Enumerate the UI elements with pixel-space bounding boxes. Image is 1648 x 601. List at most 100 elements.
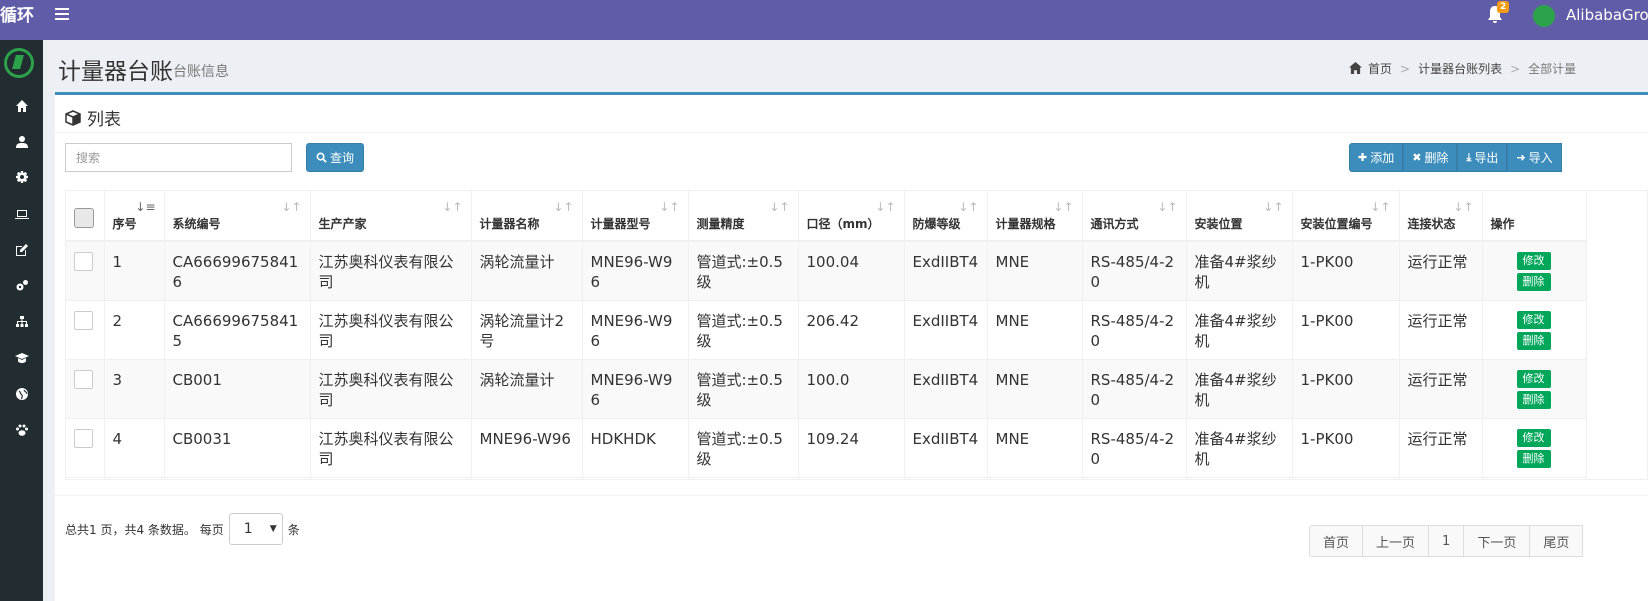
sort-icon[interactable]: ↓↑ [659,199,679,215]
table-cell: 206.42 [798,300,905,360]
table-row: 4 CB0031 江苏奥科仪表有限公司 MNE96-W96 HDKHDK 管道式… [66,418,1587,478]
table-header-row: 序号 ↓≡ 系统编号 ↓↑ 生产产家 ↓↑ 计量器名称 ↓↑ 计量器型号 ↓↑ 测量精度 ↓… [66,191,1587,242]
column-header[interactable]: 测量精度 ↓↑ [688,191,799,242]
sort-icon[interactable]: ↓↑ [553,199,573,215]
row-checkbox[interactable] [74,310,93,330]
user-avatar[interactable] [1533,5,1555,27]
operation-cell: 修改 删除 [1482,241,1587,301]
column-header[interactable]: 计量器型号 ↓↑ [582,191,689,242]
page-number-button[interactable]: 1 [1428,525,1465,557]
table-cell: 管道式:±0.5级 [688,300,799,360]
export-button-label: 导出 [1474,151,1499,165]
column-label: 操作 [1490,217,1515,231]
next-page-button[interactable]: 下一页 [1463,525,1531,557]
sidebar-item-settings[interactable] [0,160,43,196]
table-cell: MNE [987,300,1083,360]
column-header[interactable]: 口径（mm） ↓↑ [798,191,905,242]
column-header[interactable]: 连接状态 ↓↑ [1399,191,1483,242]
row-delete-button[interactable]: 删除 [1516,331,1551,350]
column-label: 计量器型号 [590,217,651,231]
table-cell: 管道式:±0.5级 [688,241,799,301]
sidebar-item-devices[interactable] [0,196,43,232]
brand-logo-text[interactable]: 循环 [0,0,40,40]
row-edit-button[interactable]: 修改 [1516,310,1551,329]
sort-icon[interactable]: ↓↑ [769,199,789,215]
query-button[interactable]: 查询 [306,143,364,172]
search-input[interactable] [65,143,292,172]
sort-icon[interactable]: ↓↑ [875,199,895,215]
row-delete-button[interactable]: 删除 [1516,273,1551,291]
laptop-icon [14,210,29,219]
column-header[interactable]: 安装位置编号 ↓↑ [1292,191,1400,242]
sidebar-item-org[interactable] [0,304,43,340]
sidebar-item-training[interactable] [0,340,43,376]
sort-icon[interactable]: ↓↑ [1263,199,1283,215]
sidebar-item-global[interactable] [0,376,43,412]
sort-icon[interactable]: ↓↑ [281,199,301,215]
table-cell: 准备4#浆纱机 [1186,359,1293,419]
operation-cell: 修改 删除 [1482,300,1587,360]
sort-icon[interactable]: ↓↑ [1053,199,1073,215]
main-content: 计量器台账 台账信息 首页 > 计量器台账列表 > 全部计量 列表 查询 ✚添加… [43,40,1648,601]
column-header[interactable]: 安装位置 ↓↑ [1186,191,1293,242]
sidebar-item-home[interactable] [0,88,43,124]
notification-count-badge: 2 [1497,1,1510,13]
export-button[interactable]: ⤓ 导出 [1457,143,1508,172]
breadcrumb-list[interactable]: 计量器台账列表 [1418,60,1502,77]
app-logo-icon[interactable] [4,48,34,78]
row-checkbox[interactable] [74,369,93,389]
table-row: 3 CB001 江苏奥科仪表有限公司 涡轮流量计 MNE96-W96 管道式:±… [66,359,1587,419]
column-label: 通讯方式 [1090,217,1139,231]
breadcrumb-separator: > [1510,61,1521,76]
sort-icon[interactable]: ↓↑ [442,199,462,215]
table-cell: 1-PK00 [1292,418,1400,478]
data-table-container[interactable]: 序号 ↓≡ 系统编号 ↓↑ 生产产家 ↓↑ 计量器名称 ↓↑ 计量器型号 ↓↑ 测量精度 ↓… [65,190,1648,480]
column-header[interactable]: 计量器规格 ↓↑ [987,191,1083,242]
sort-icon[interactable]: ↓↑ [1157,199,1177,215]
column-header[interactable]: 计量器名称 ↓↑ [471,191,583,242]
sort-icon[interactable]: ↓↑ [1370,199,1390,215]
column-header[interactable]: 系统编号 ↓↑ [164,191,311,242]
column-label: 安装位置 [1194,217,1243,231]
column-header[interactable]: 序号 ↓≡ [104,191,165,242]
last-page-button[interactable]: 尾页 [1529,525,1584,557]
row-delete-button[interactable]: 删除 [1516,390,1551,409]
sidebar-item-user[interactable] [0,124,43,160]
sidebar-item-edit[interactable] [0,232,43,268]
prev-page-button[interactable]: 上一页 [1362,525,1430,557]
import-button[interactable]: ➜ 导入 [1507,143,1562,172]
row-checkbox[interactable] [74,428,93,448]
delete-button[interactable]: ✖ 删除 [1403,143,1458,172]
column-header[interactable]: 通讯方式 ↓↑ [1082,191,1187,242]
row-edit-button[interactable]: 修改 [1516,369,1551,388]
row-edit-button[interactable]: 修改 [1516,428,1551,447]
sort-desc-icon[interactable]: ↓≡ [135,199,155,215]
column-header[interactable]: 生产产家 ↓↑ [310,191,472,242]
sidebar-item-config[interactable] [0,268,43,304]
column-header[interactable]: 防爆等级 ↓↑ [904,191,988,242]
sidebar-item-pets[interactable] [0,412,43,448]
sidebar-toggle-icon[interactable] [55,8,69,22]
select-all-checkbox[interactable] [74,208,94,228]
row-select-cell [66,300,105,360]
globe-icon [15,388,28,400]
user-name[interactable]: AlibabaGroup [1566,6,1648,24]
table-cell: RS-485/4-20 [1082,300,1187,360]
column-label: 系统编号 [172,217,221,231]
first-page-button[interactable]: 首页 [1309,525,1364,557]
row-checkbox[interactable] [74,252,93,271]
table-cell: MNE96-W96 [582,241,689,301]
sort-icon[interactable]: ↓↑ [958,199,978,215]
add-button[interactable]: ✚ 添加 [1349,143,1404,172]
table-cell: 运行正常 [1399,359,1483,419]
table-cell: 管道式:±0.5级 [688,418,799,478]
import-button-label: 导入 [1528,151,1553,165]
sort-icon[interactable]: ↓↑ [1453,199,1473,215]
breadcrumb-current: 全部计量 [1528,62,1577,76]
row-edit-button[interactable]: 修改 [1516,252,1551,270]
column-label: 计量器名称 [479,217,540,231]
table-cell: ExdIIBT4 [904,241,988,301]
page-size-select[interactable]: 1 ▼ [228,513,283,545]
row-delete-button[interactable]: 删除 [1516,449,1551,468]
breadcrumb-home[interactable]: 首页 [1368,60,1392,77]
